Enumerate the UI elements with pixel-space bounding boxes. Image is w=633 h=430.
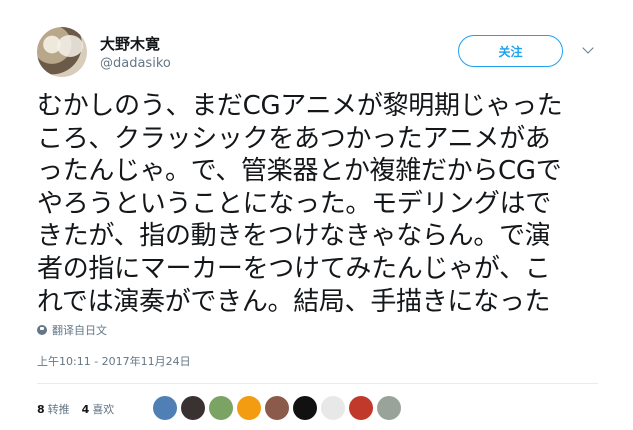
liker-avatar[interactable] (349, 396, 373, 420)
tweet-text-line: むかしのう、まだCGアニメが黎明期じゃった (37, 91, 563, 121)
tweet-text-line: ったんじゃ。で、管楽器とか複雑だからCGで (37, 156, 562, 187)
liker-avatar[interactable] (209, 396, 233, 420)
tweet-timestamp[interactable]: 上午10:11 - 2017年11月24日 (37, 353, 191, 369)
follow-button[interactable]: 关注 (458, 35, 563, 67)
retweets-stat[interactable]: 8 转推 (37, 401, 70, 417)
author-avatar[interactable] (37, 27, 87, 77)
likes-label: 喜欢 (92, 403, 115, 416)
liker-avatar[interactable] (153, 396, 177, 420)
tweet-text-line: ころ、クラッシックをあつかったアニメがあ (37, 123, 551, 154)
globe-icon (37, 325, 47, 335)
translate-label: 翻译自日文 (52, 324, 107, 337)
tweet-text-line: きたが、指の動きをつけなきゃならん。で演 (37, 221, 551, 252)
tweet-text: むかしのう、まだCGアニメが黎明期じゃった ころ、クラッシックをあつかったアニメ… (37, 90, 597, 318)
retweets-label: 转推 (47, 403, 70, 416)
translate-link[interactable]: 翻译自日文 (37, 322, 107, 338)
author-display-name[interactable]: 大野木寛 (100, 33, 160, 54)
liker-avatars (153, 396, 401, 420)
tweet-text-line: 者の指にマーカーをつけてみたんじゃが、こ (37, 253, 551, 284)
chevron-down-icon[interactable] (582, 42, 594, 54)
stats-divider (37, 383, 598, 384)
author-handle[interactable]: @dadasiko (100, 56, 171, 71)
liker-avatar[interactable] (237, 396, 261, 420)
retweets-count: 8 (37, 403, 45, 416)
tweet-stats: 8 转推 4 喜欢 (37, 401, 114, 417)
tweet-text-line: れでは演奏ができん。結局、手描きになった (37, 286, 551, 317)
liker-avatar[interactable] (181, 396, 205, 420)
liker-avatar[interactable] (321, 396, 345, 420)
liker-avatar[interactable] (377, 396, 401, 420)
liker-avatar[interactable] (265, 396, 289, 420)
tweet-text-line: やろうということになった。モデリングはで (37, 188, 552, 219)
likes-stat[interactable]: 4 喜欢 (82, 401, 115, 417)
liker-avatar[interactable] (293, 396, 317, 420)
likes-count: 4 (81, 403, 90, 416)
